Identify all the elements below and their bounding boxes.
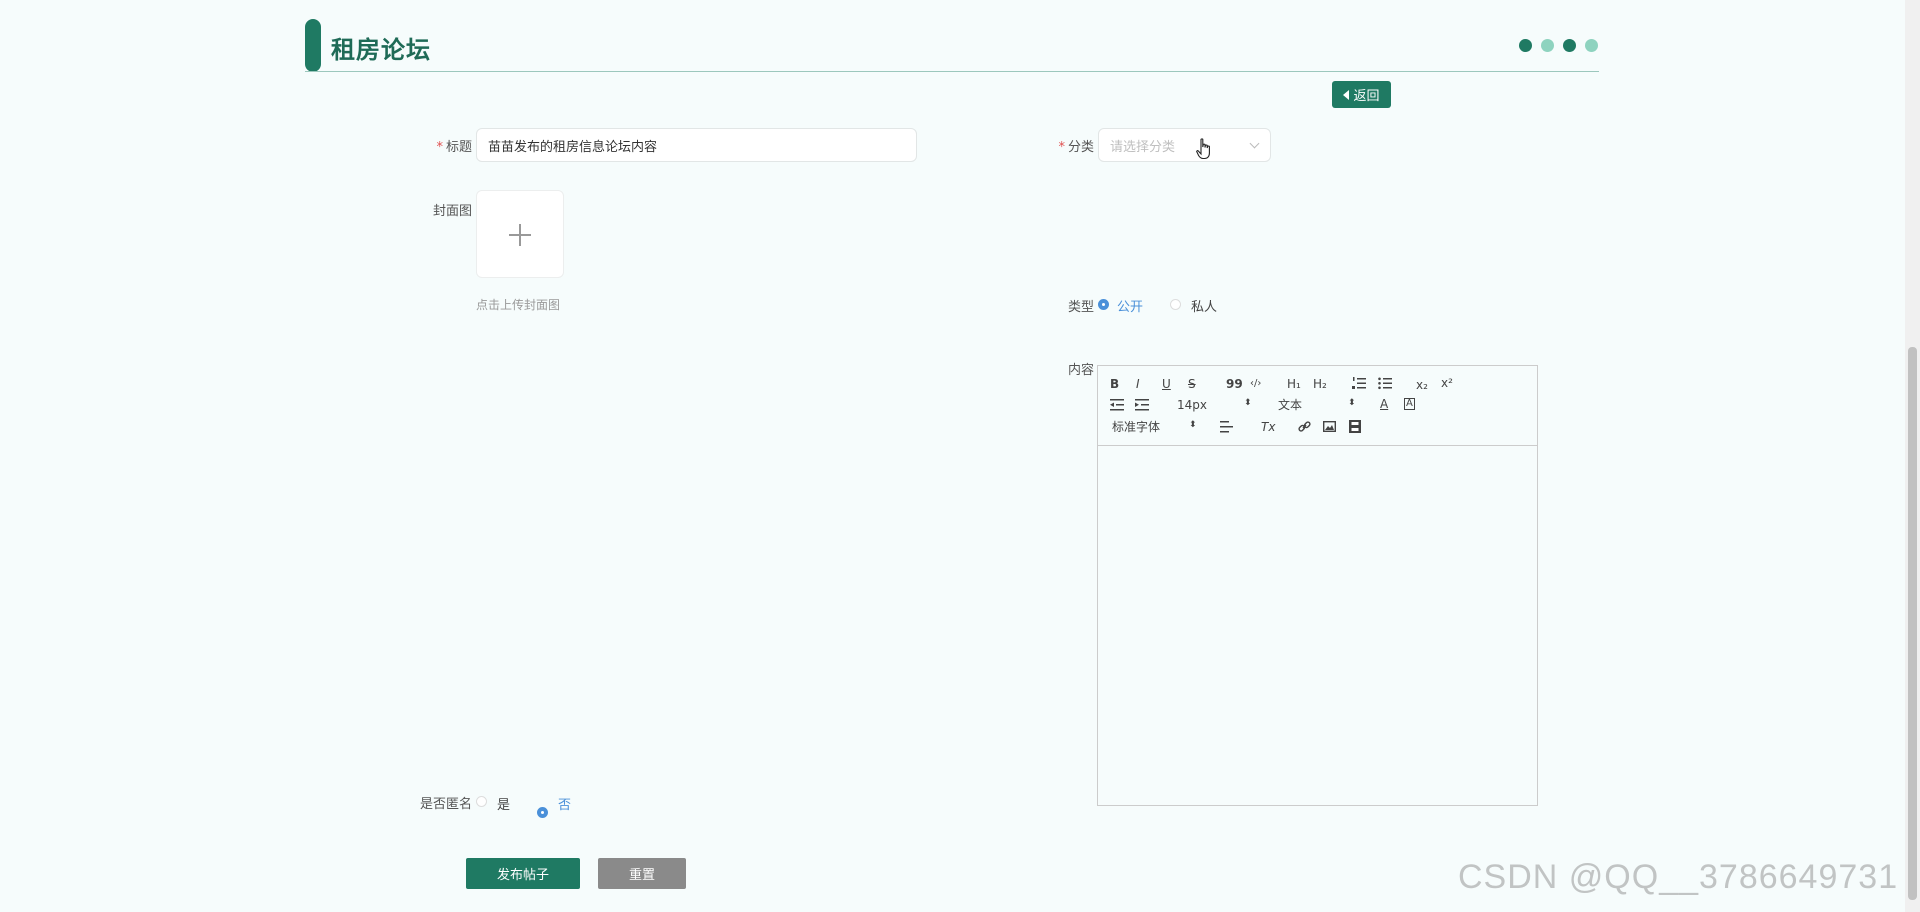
back-button[interactable]: 返回 bbox=[1332, 81, 1391, 108]
decorative-dot bbox=[1585, 39, 1598, 52]
ordered-list-icon[interactable] bbox=[1352, 377, 1366, 390]
cover-hint: 点击上传封面图 bbox=[476, 298, 561, 312]
category-select[interactable]: 请选择分类 bbox=[1098, 128, 1271, 162]
bold-button[interactable]: B bbox=[1110, 377, 1119, 391]
text-color-button[interactable]: A bbox=[1380, 397, 1388, 411]
decorative-dot bbox=[1519, 39, 1532, 52]
category-placeholder: 请选择分类 bbox=[1110, 139, 1176, 155]
plus-icon-vertical bbox=[519, 224, 521, 246]
header-select[interactable]: 文本 bbox=[1278, 398, 1302, 412]
clear-format-button[interactable]: Tx bbox=[1261, 420, 1275, 434]
strike-button[interactable]: S bbox=[1188, 377, 1196, 391]
indent-icon[interactable] bbox=[1135, 399, 1149, 411]
type-private-radio[interactable] bbox=[1170, 299, 1181, 310]
align-left-icon[interactable] bbox=[1220, 421, 1233, 433]
type-private-label[interactable]: 私人 bbox=[1191, 296, 1217, 315]
required-mark: * bbox=[436, 140, 443, 155]
rich-text-editor[interactable] bbox=[1097, 365, 1538, 806]
watermark: CSDN @QQ__3786649731 bbox=[1458, 858, 1899, 896]
header-accent-bar bbox=[305, 19, 321, 72]
title-label: * 标题 bbox=[436, 140, 472, 155]
decorative-dot bbox=[1541, 39, 1554, 52]
editor-toolbar-divider bbox=[1097, 445, 1538, 446]
type-public-radio[interactable] bbox=[1098, 299, 1109, 310]
submit-post-button[interactable]: 发布帖子 bbox=[466, 858, 580, 889]
cover-upload[interactable] bbox=[476, 190, 564, 278]
hand-cursor-icon bbox=[1196, 138, 1210, 160]
bullet-list-icon[interactable] bbox=[1378, 377, 1392, 390]
category-label: * 分类 bbox=[1058, 140, 1094, 155]
h2-button[interactable]: H₂ bbox=[1313, 377, 1327, 391]
anonymous-label: 是否匿名 bbox=[419, 797, 472, 812]
anonymous-no-radio[interactable] bbox=[537, 807, 548, 818]
required-mark: * bbox=[1058, 140, 1065, 155]
scrollbar-thumb[interactable] bbox=[1908, 347, 1917, 900]
anonymous-yes-radio[interactable] bbox=[476, 796, 487, 807]
font-family-select[interactable]: 标准字体 bbox=[1112, 420, 1160, 434]
h1-button[interactable]: H₁ bbox=[1287, 377, 1301, 391]
back-button-label: 返回 bbox=[1353, 88, 1380, 103]
subscript-button[interactable]: x₂ bbox=[1416, 378, 1428, 392]
superscript-button[interactable]: x² bbox=[1441, 376, 1453, 390]
title-input-value: 苗苗发布的租房信息论坛内容 bbox=[488, 139, 658, 155]
header-divider bbox=[305, 71, 1599, 72]
cover-label: 封面图 bbox=[432, 204, 472, 219]
outdent-icon[interactable] bbox=[1110, 399, 1124, 411]
updown-arrow-icon: ⬍ bbox=[1189, 420, 1197, 430]
font-size-select[interactable]: 14px bbox=[1177, 398, 1207, 412]
type-label: 类型 bbox=[1067, 300, 1094, 315]
type-public-label[interactable]: 公开 bbox=[1117, 296, 1143, 315]
page-title: 租房论坛 bbox=[331, 36, 431, 64]
reset-button[interactable]: 重置 bbox=[598, 858, 686, 889]
anonymous-yes-label[interactable]: 是 bbox=[497, 794, 510, 813]
video-icon[interactable] bbox=[1349, 420, 1361, 433]
arrow-left-icon bbox=[1343, 89, 1350, 100]
decorative-dot bbox=[1563, 39, 1576, 52]
blockquote-button[interactable]: 99 bbox=[1226, 377, 1243, 391]
code-block-button[interactable]: ‹/› bbox=[1250, 377, 1261, 391]
chevron-down-icon bbox=[1249, 138, 1260, 149]
title-input[interactable]: 苗苗发布的租房信息论坛内容 bbox=[476, 128, 917, 162]
anonymous-no-label[interactable]: 否 bbox=[558, 794, 571, 813]
background-color-button[interactable]: A bbox=[1404, 398, 1415, 410]
content-label: 内容 bbox=[1067, 363, 1094, 378]
image-icon[interactable] bbox=[1323, 421, 1336, 432]
updown-arrow-icon: ⬍ bbox=[1348, 398, 1356, 408]
italic-button[interactable]: I bbox=[1136, 377, 1140, 391]
link-icon[interactable] bbox=[1298, 420, 1311, 433]
updown-arrow-icon: ⬍ bbox=[1244, 398, 1252, 408]
underline-button[interactable]: U bbox=[1162, 377, 1171, 391]
